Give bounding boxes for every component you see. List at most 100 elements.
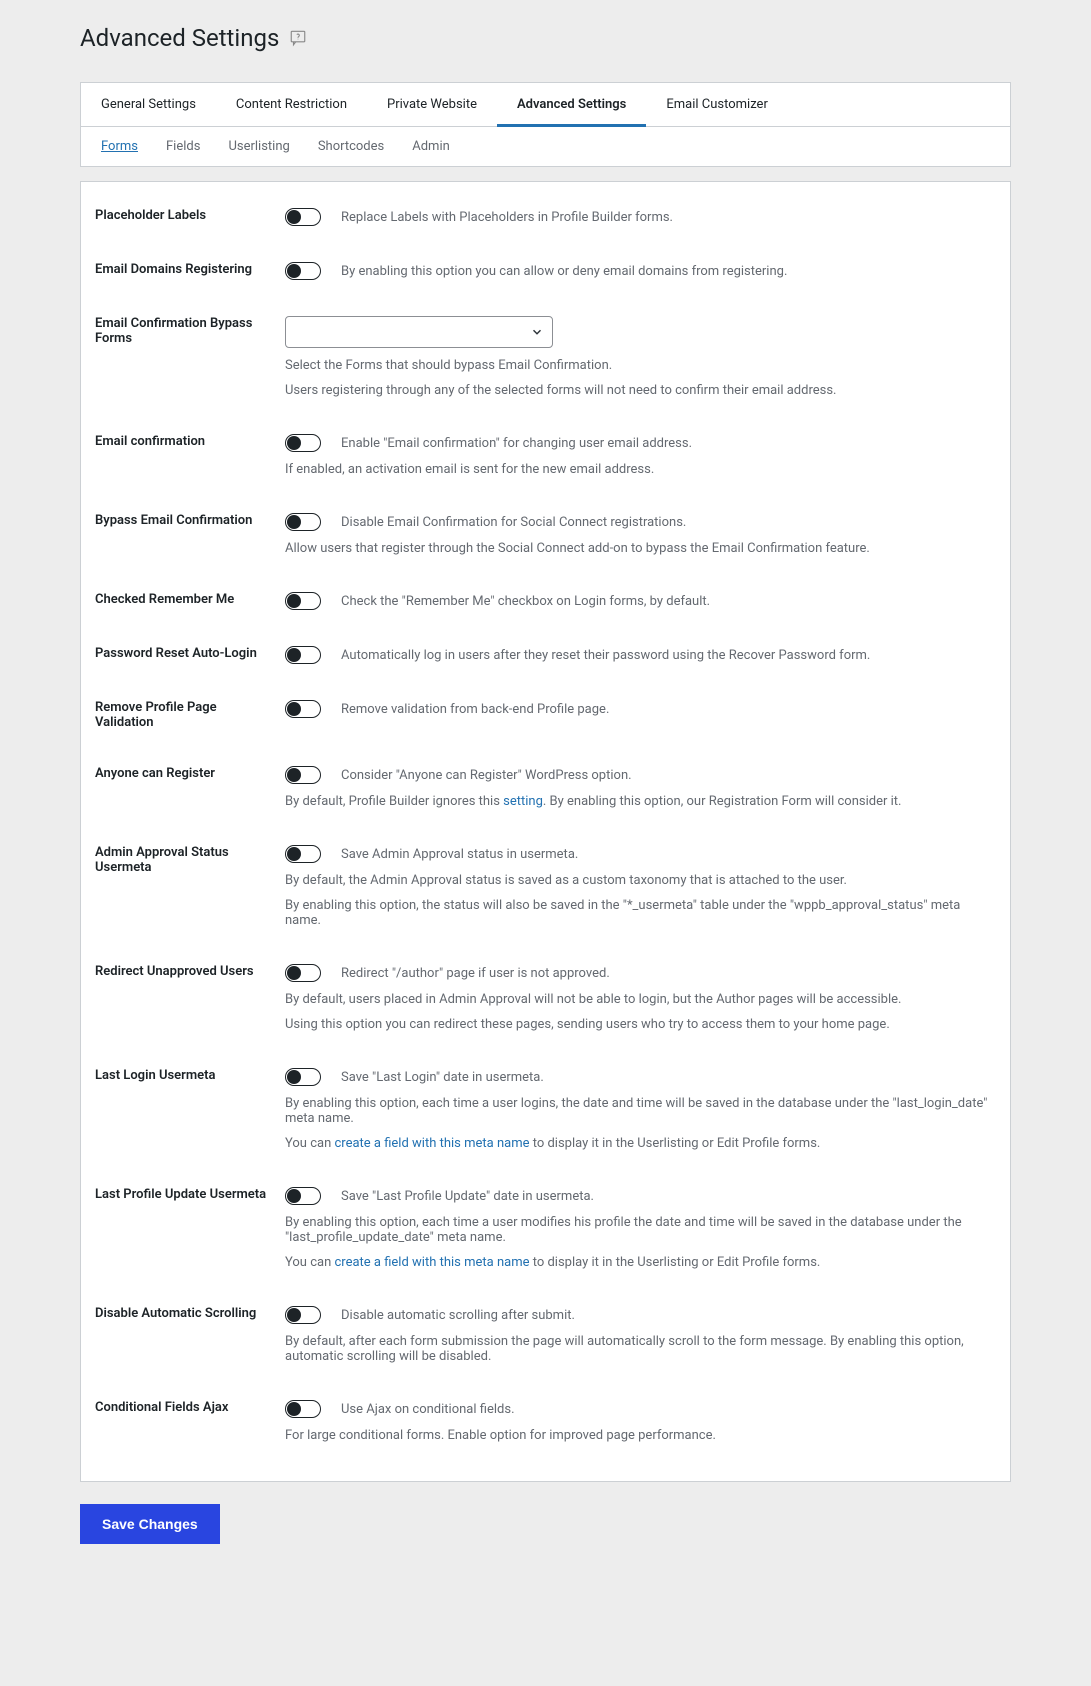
label-remove-profile-page-validation: Remove Profile Page Validation xyxy=(95,700,217,730)
label-email-conf-bypass: Email Confirmation Bypass Forms xyxy=(95,316,252,346)
label-conditional-fields-ajax: Conditional Fields Ajax xyxy=(95,1400,228,1415)
subtab-shortcodes[interactable]: Shortcodes xyxy=(304,127,398,166)
row-disable-automatic-scrolling: Disable Automatic Scrolling Disable auto… xyxy=(95,1288,996,1382)
desc-email-domains-registering: By enabling this option you can allow or… xyxy=(341,264,787,279)
row-email-confirmation: Email confirmation Enable "Email confirm… xyxy=(95,416,996,495)
tabs-panel: General Settings Content Restriction Pri… xyxy=(80,82,1011,167)
desc-bypass-email-confirmation-2: Allow users that register through the So… xyxy=(285,541,996,556)
row-placeholder-labels: Placeholder Labels Replace Labels with P… xyxy=(95,190,996,244)
tab-general-settings[interactable]: General Settings xyxy=(81,83,216,126)
row-email-conf-bypass: Email Confirmation Bypass Forms Select t… xyxy=(95,298,996,416)
row-password-reset-auto-login: Password Reset Auto-Login Automatically … xyxy=(95,628,996,682)
toggle-email-confirmation[interactable] xyxy=(285,434,321,452)
tab-private-website[interactable]: Private Website xyxy=(367,83,497,126)
subtab-userlisting[interactable]: Userlisting xyxy=(214,127,303,166)
desc-redirect-unapproved-users: Redirect "/author" page if user is not a… xyxy=(341,966,610,981)
sub-tabs: Forms Fields Userlisting Shortcodes Admi… xyxy=(81,127,1010,166)
link-create-field-last-login[interactable]: create a field with this meta name xyxy=(334,1136,529,1151)
link-wp-setting[interactable]: setting xyxy=(503,794,543,809)
desc-last-profile-update-usermeta-3: You can create a field with this meta na… xyxy=(285,1255,996,1270)
desc-email-confirmation-2: If enabled, an activation email is sent … xyxy=(285,462,996,477)
desc-password-reset-auto-login: Automatically log in users after they re… xyxy=(341,648,870,663)
desc-email-conf-bypass-2: Users registering through any of the sel… xyxy=(285,383,996,398)
row-email-domains-registering: Email Domains Registering By enabling th… xyxy=(95,244,996,298)
save-button[interactable]: Save Changes xyxy=(80,1504,220,1544)
row-checked-remember-me: Checked Remember Me Check the "Remember … xyxy=(95,574,996,628)
toggle-placeholder-labels[interactable] xyxy=(285,208,321,226)
main-tabs: General Settings Content Restriction Pri… xyxy=(81,83,1010,127)
desc-last-login-usermeta-3: You can create a field with this meta na… xyxy=(285,1136,996,1151)
row-last-profile-update-usermeta: Last Profile Update Usermeta Save "Last … xyxy=(95,1169,996,1288)
page-title-text: Advanced Settings xyxy=(80,24,279,52)
desc-email-confirmation: Enable "Email confirmation" for changing… xyxy=(341,436,692,451)
desc-conditional-fields-ajax: Use Ajax on conditional fields. xyxy=(341,1402,515,1417)
row-redirect-unapproved-users: Redirect Unapproved Users Redirect "/aut… xyxy=(95,946,996,1050)
subtab-fields[interactable]: Fields xyxy=(152,127,214,166)
label-admin-approval-status-usermeta: Admin Approval Status Usermeta xyxy=(95,845,229,875)
desc-anyone-can-register-2-post: . By enabling this option, our Registrat… xyxy=(543,794,902,809)
tab-email-customizer[interactable]: Email Customizer xyxy=(646,83,788,126)
desc-last-login-usermeta: Save "Last Login" date in usermeta. xyxy=(341,1070,544,1085)
label-last-login-usermeta: Last Login Usermeta xyxy=(95,1068,215,1083)
row-remove-profile-page-validation: Remove Profile Page Validation Remove va… xyxy=(95,682,996,748)
label-email-confirmation: Email confirmation xyxy=(95,434,205,449)
toggle-bypass-email-confirmation[interactable] xyxy=(285,513,321,531)
tab-content-restriction[interactable]: Content Restriction xyxy=(216,83,367,126)
desc-last-profile-3-pre: You can xyxy=(285,1255,334,1270)
desc-anyone-can-register-2: By default, Profile Builder ignores this… xyxy=(285,794,996,809)
subtab-admin[interactable]: Admin xyxy=(398,127,464,166)
label-password-reset-auto-login: Password Reset Auto-Login xyxy=(95,646,257,661)
desc-anyone-can-register: Consider "Anyone can Register" WordPress… xyxy=(341,768,632,783)
desc-admin-approval-status-usermeta-3: By enabling this option, the status will… xyxy=(285,898,996,928)
toggle-last-login-usermeta[interactable] xyxy=(285,1068,321,1086)
settings-panel: Placeholder Labels Replace Labels with P… xyxy=(80,181,1011,1482)
row-anyone-can-register: Anyone can Register Consider "Anyone can… xyxy=(95,748,996,827)
desc-last-login-3-post: to display it in the Userlisting or Edit… xyxy=(529,1136,820,1151)
desc-redirect-unapproved-users-2: By default, users placed in Admin Approv… xyxy=(285,992,996,1007)
select-email-conf-bypass[interactable] xyxy=(285,316,553,348)
label-checked-remember-me: Checked Remember Me xyxy=(95,592,234,607)
desc-disable-automatic-scrolling-2: By default, after each form submission t… xyxy=(285,1334,996,1364)
label-placeholder-labels: Placeholder Labels xyxy=(95,208,206,223)
toggle-redirect-unapproved-users[interactable] xyxy=(285,964,321,982)
row-admin-approval-status-usermeta: Admin Approval Status Usermeta Save Admi… xyxy=(95,827,996,946)
label-disable-automatic-scrolling: Disable Automatic Scrolling xyxy=(95,1306,256,1321)
label-anyone-can-register: Anyone can Register xyxy=(95,766,215,781)
tab-advanced-settings[interactable]: Advanced Settings xyxy=(497,83,646,126)
label-email-domains-registering: Email Domains Registering xyxy=(95,262,252,277)
toggle-conditional-fields-ajax[interactable] xyxy=(285,1400,321,1418)
desc-redirect-unapproved-users-3: Using this option you can redirect these… xyxy=(285,1017,996,1032)
desc-disable-automatic-scrolling: Disable automatic scrolling after submit… xyxy=(341,1308,575,1323)
desc-admin-approval-status-usermeta-2: By default, the Admin Approval status is… xyxy=(285,873,996,888)
toggle-password-reset-auto-login[interactable] xyxy=(285,646,321,664)
desc-checked-remember-me: Check the "Remember Me" checkbox on Logi… xyxy=(341,594,710,609)
desc-last-profile-3-post: to display it in the Userlisting or Edit… xyxy=(529,1255,820,1270)
toggle-remove-profile-page-validation[interactable] xyxy=(285,700,321,718)
desc-placeholder-labels: Replace Labels with Placeholders in Prof… xyxy=(341,210,673,225)
desc-admin-approval-status-usermeta: Save Admin Approval status in usermeta. xyxy=(341,847,578,862)
desc-last-profile-update-usermeta-2: By enabling this option, each time a use… xyxy=(285,1215,996,1245)
desc-last-profile-update-usermeta: Save "Last Profile Update" date in userm… xyxy=(341,1189,594,1204)
desc-anyone-can-register-2-pre: By default, Profile Builder ignores this xyxy=(285,794,503,809)
link-create-field-last-profile[interactable]: create a field with this meta name xyxy=(334,1255,529,1270)
desc-last-login-3-pre: You can xyxy=(285,1136,334,1151)
label-redirect-unapproved-users: Redirect Unapproved Users xyxy=(95,964,254,979)
page-title: Advanced Settings xyxy=(80,24,1011,52)
desc-remove-profile-page-validation: Remove validation from back-end Profile … xyxy=(341,702,609,717)
toggle-checked-remember-me[interactable] xyxy=(285,592,321,610)
chevron-down-icon xyxy=(530,325,544,339)
desc-last-login-usermeta-2: By enabling this option, each time a use… xyxy=(285,1096,996,1126)
toggle-disable-automatic-scrolling[interactable] xyxy=(285,1306,321,1324)
desc-email-conf-bypass-1: Select the Forms that should bypass Emai… xyxy=(285,358,996,373)
desc-bypass-email-confirmation: Disable Email Confirmation for Social Co… xyxy=(341,515,686,530)
toggle-anyone-can-register[interactable] xyxy=(285,766,321,784)
row-last-login-usermeta: Last Login Usermeta Save "Last Login" da… xyxy=(95,1050,996,1169)
row-conditional-fields-ajax: Conditional Fields Ajax Use Ajax on cond… xyxy=(95,1382,996,1461)
subtab-forms[interactable]: Forms xyxy=(87,127,152,166)
toggle-email-domains-registering[interactable] xyxy=(285,262,321,280)
label-bypass-email-confirmation: Bypass Email Confirmation xyxy=(95,513,252,528)
toggle-admin-approval-status-usermeta[interactable] xyxy=(285,845,321,863)
help-icon[interactable] xyxy=(289,29,307,47)
toggle-last-profile-update-usermeta[interactable] xyxy=(285,1187,321,1205)
row-bypass-email-confirmation: Bypass Email Confirmation Disable Email … xyxy=(95,495,996,574)
